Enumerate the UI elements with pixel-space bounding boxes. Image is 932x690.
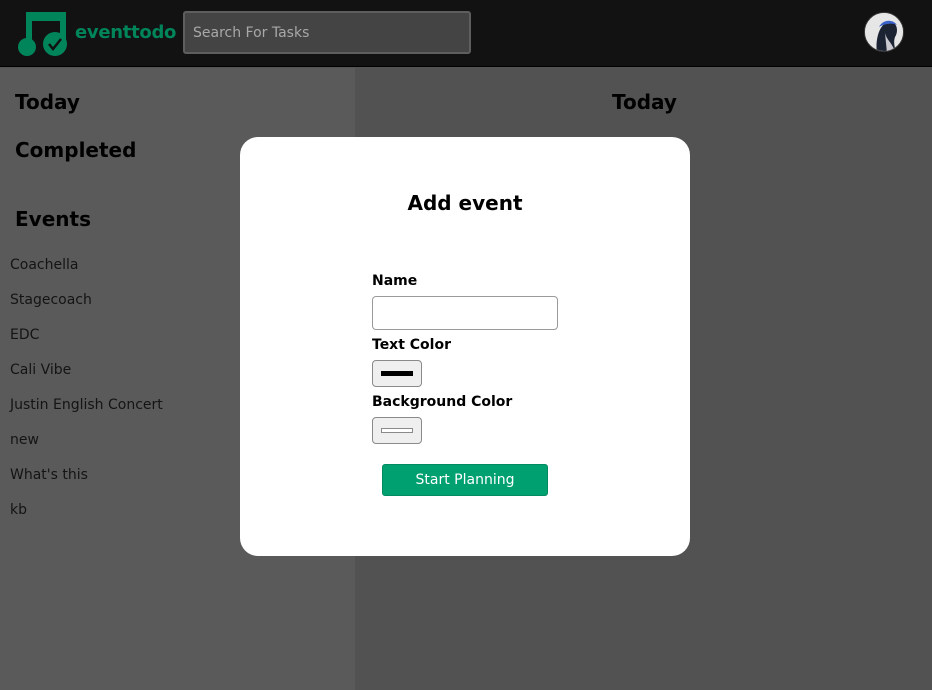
add-event-modal: Add event Name Text Color Background Col… — [240, 137, 690, 556]
search-input[interactable] — [183, 11, 471, 54]
background-color-picker[interactable] — [372, 417, 422, 444]
user-avatar-image — [865, 13, 903, 51]
start-planning-button[interactable]: Start Planning — [382, 464, 548, 496]
event-item-whats-this[interactable]: What's this — [10, 467, 88, 483]
top-bar: eventtodo — [0, 0, 932, 67]
brand-name[interactable]: eventtodo — [75, 22, 176, 43]
event-item-justin-english-concert[interactable]: Justin English Concert — [10, 397, 163, 413]
events-heading: Events — [15, 207, 91, 231]
music-note-check-icon[interactable] — [18, 10, 68, 57]
event-item-stagecoach[interactable]: Stagecoach — [10, 292, 92, 308]
name-field[interactable] — [372, 296, 558, 330]
page-title: Today — [612, 90, 677, 114]
event-item-edc[interactable]: EDC — [10, 327, 39, 343]
sidebar-item-completed[interactable]: Completed — [15, 138, 136, 162]
event-item-coachella[interactable]: Coachella — [10, 257, 78, 273]
background-color-swatch — [381, 428, 413, 433]
modal-title: Add event — [407, 191, 523, 215]
background-color-label: Background Color — [372, 394, 513, 410]
sidebar-item-today[interactable]: Today — [15, 90, 80, 114]
event-item-kb[interactable]: kb — [10, 502, 27, 518]
text-color-label: Text Color — [372, 337, 451, 353]
event-item-cali-vibe[interactable]: Cali Vibe — [10, 362, 71, 378]
name-label: Name — [372, 273, 418, 289]
avatar[interactable] — [864, 12, 904, 52]
event-item-new[interactable]: new — [10, 432, 39, 448]
text-color-swatch — [381, 371, 413, 376]
text-color-picker[interactable] — [372, 360, 422, 387]
